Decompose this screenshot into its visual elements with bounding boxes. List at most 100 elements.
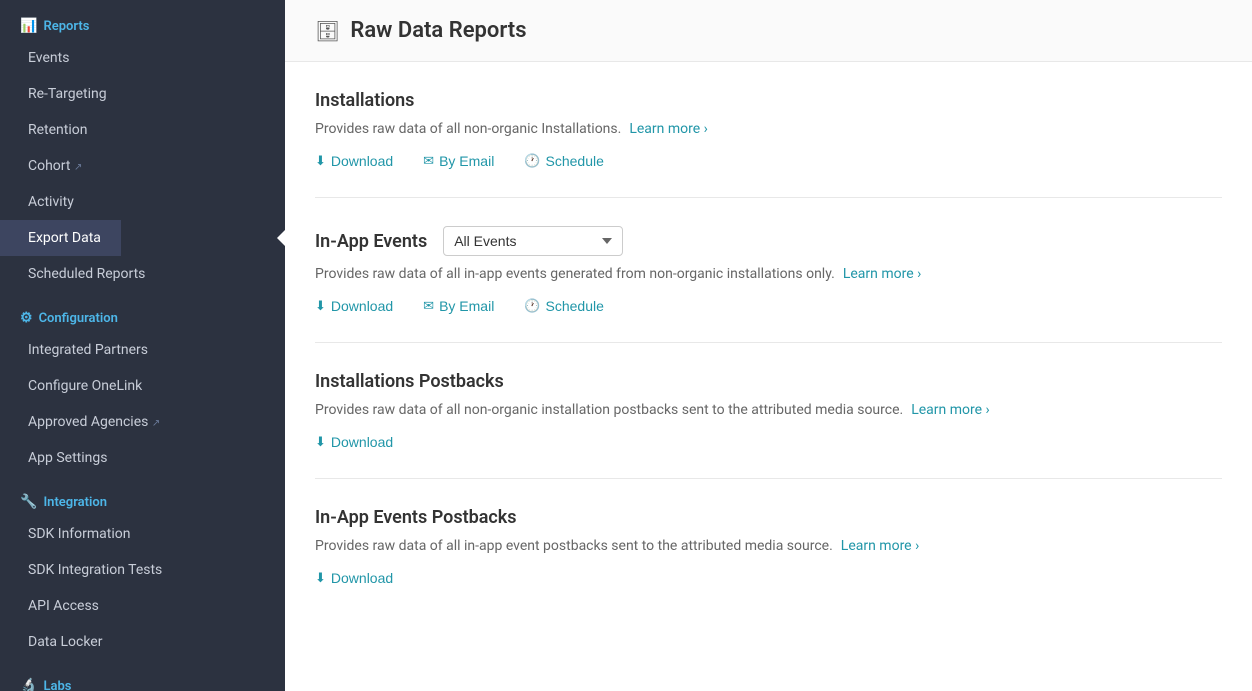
report-section-in-app-events: In-App Events All Events Provides raw data… bbox=[315, 198, 1222, 343]
report-desc-text-installations-postbacks: Provides raw data of all non-organic ins… bbox=[315, 402, 903, 418]
integration-section-icon: 🔧 bbox=[20, 494, 37, 510]
report-section-installations-postbacks: Installations Postbacks Provides raw data… bbox=[315, 343, 1222, 479]
download-icon: ⬇ bbox=[315, 434, 326, 450]
sidebar-item-sdk-integration-tests[interactable]: SDK Integration Tests bbox=[0, 552, 182, 588]
by-email-icon: ✉ bbox=[423, 153, 434, 169]
learn-more-link-in-app-events-postbacks[interactable]: Learn more › bbox=[841, 538, 920, 554]
action-row-in-app-events-postbacks: ⬇ Download bbox=[315, 570, 1222, 586]
sidebar-section-configuration: ⚙ Configuration bbox=[0, 292, 285, 332]
external-link-icon: ↗ bbox=[152, 418, 160, 429]
sidebar-item-configure-onelink[interactable]: Configure OneLink bbox=[0, 368, 162, 404]
by-email-label: By Email bbox=[439, 153, 494, 169]
schedule-button-installations[interactable]: 🕐 Schedule bbox=[524, 153, 604, 169]
report-section-installations: Installations Provides raw data of all no… bbox=[315, 62, 1222, 198]
download-label: Download bbox=[331, 298, 393, 314]
configuration-section-label: Configuration bbox=[39, 311, 118, 326]
action-row-installations-postbacks: ⬇ Download bbox=[315, 434, 1222, 450]
download-button-installations[interactable]: ⬇ Download bbox=[315, 153, 393, 169]
download-button-in-app-events-postbacks[interactable]: ⬇ Download bbox=[315, 570, 393, 586]
report-desc-in-app-events: Provides raw data of all in-app events g… bbox=[315, 266, 1222, 282]
schedule-button-in-app-events[interactable]: 🕐 Schedule bbox=[524, 298, 604, 314]
events-dropdown-in-app-events[interactable]: All Events bbox=[443, 226, 623, 256]
by-email-icon: ✉ bbox=[423, 298, 434, 314]
sidebar-item-approved-agencies[interactable]: Approved Agencies ↗ bbox=[0, 404, 180, 440]
download-label: Download bbox=[331, 153, 393, 169]
main-header: 🗄 Raw Data Reports bbox=[285, 0, 1252, 62]
reports-section-icon: 📊 bbox=[20, 18, 37, 34]
report-desc-installations: Provides raw data of all non-organic Ins… bbox=[315, 121, 1222, 137]
sidebar-item-label-sdk-information: SDK Information bbox=[28, 526, 130, 542]
report-title-text-installations-postbacks: Installations Postbacks bbox=[315, 371, 504, 392]
sidebar-item-scheduled-reports[interactable]: Scheduled Reports bbox=[0, 256, 165, 292]
report-title-text-installations: Installations bbox=[315, 90, 414, 111]
reports-section-label: Reports bbox=[43, 19, 89, 34]
sidebar-item-export-data[interactable]: Export Data bbox=[0, 220, 121, 256]
report-title-installations-postbacks: Installations Postbacks bbox=[315, 371, 1222, 392]
reports-container: Installations Provides raw data of all no… bbox=[285, 62, 1252, 614]
download-icon: ⬇ bbox=[315, 153, 326, 169]
schedule-icon: 🕐 bbox=[524, 298, 540, 314]
sidebar-item-retargeting[interactable]: Re-Targeting bbox=[0, 76, 127, 112]
sidebar-item-cohort[interactable]: Cohort ↗ bbox=[0, 148, 102, 184]
sidebar-item-api-access[interactable]: API Access bbox=[0, 588, 119, 624]
sidebar-item-label-integrated-partners: Integrated Partners bbox=[28, 342, 148, 358]
download-button-in-app-events[interactable]: ⬇ Download bbox=[315, 298, 393, 314]
by-email-button-installations[interactable]: ✉ By Email bbox=[423, 153, 494, 169]
schedule-label: Schedule bbox=[546, 153, 604, 169]
sidebar-item-label-configure-onelink: Configure OneLink bbox=[28, 378, 142, 394]
page-title: Raw Data Reports bbox=[350, 18, 526, 43]
download-icon: ⬇ bbox=[315, 298, 326, 314]
sidebar-item-label-activity: Activity bbox=[28, 194, 74, 210]
sidebar-item-label-app-settings: App Settings bbox=[28, 450, 107, 466]
main-content: 🗄 Raw Data Reports Installations Provides… bbox=[285, 0, 1252, 691]
sidebar-item-integrated-partners[interactable]: Integrated Partners bbox=[0, 332, 168, 368]
sidebar-section-reports: 📊 Reports bbox=[0, 0, 285, 40]
by-email-button-in-app-events[interactable]: ✉ By Email bbox=[423, 298, 494, 314]
by-email-label: By Email bbox=[439, 298, 494, 314]
report-title-in-app-events-postbacks: In-App Events Postbacks bbox=[315, 507, 1222, 528]
sidebar-item-sdk-information[interactable]: SDK Information bbox=[0, 516, 150, 552]
learn-more-link-installations-postbacks[interactable]: Learn more › bbox=[911, 402, 990, 418]
sidebar-item-data-locker[interactable]: Data Locker bbox=[0, 624, 122, 660]
sidebar-item-activity[interactable]: Activity bbox=[0, 184, 94, 220]
sidebar-item-label-data-locker: Data Locker bbox=[28, 634, 102, 650]
integration-section-label: Integration bbox=[43, 495, 107, 510]
sidebar-item-label-retargeting: Re-Targeting bbox=[28, 86, 107, 102]
download-label: Download bbox=[331, 434, 393, 450]
active-arrow-indicator bbox=[277, 230, 285, 246]
report-desc-installations-postbacks: Provides raw data of all non-organic ins… bbox=[315, 402, 1222, 418]
download-icon: ⬇ bbox=[315, 570, 326, 586]
report-title-text-in-app-events: In-App Events bbox=[315, 231, 427, 252]
action-row-installations: ⬇ Download ✉ By Email 🕐 Schedule bbox=[315, 153, 1222, 169]
sidebar-item-label-sdk-integration-tests: SDK Integration Tests bbox=[28, 562, 162, 578]
report-title-installations: Installations bbox=[315, 90, 1222, 111]
report-title-text-in-app-events-postbacks: In-App Events Postbacks bbox=[315, 507, 517, 528]
sidebar-item-events[interactable]: Events bbox=[0, 40, 89, 76]
download-label: Download bbox=[331, 570, 393, 586]
sidebar-item-label-cohort: Cohort ↗ bbox=[28, 158, 82, 174]
action-row-in-app-events: ⬇ Download ✉ By Email 🕐 Schedule bbox=[315, 298, 1222, 314]
labs-section-icon: 🔬 bbox=[20, 678, 37, 691]
sidebar-item-retention[interactable]: Retention bbox=[0, 112, 108, 148]
schedule-icon: 🕐 bbox=[524, 153, 540, 169]
sidebar-item-label-retention: Retention bbox=[28, 122, 88, 138]
report-title-in-app-events: In-App Events All Events bbox=[315, 226, 1222, 256]
sidebar-item-label-approved-agencies: Approved Agencies ↗ bbox=[28, 414, 160, 430]
schedule-label: Schedule bbox=[546, 298, 604, 314]
learn-more-link-in-app-events[interactable]: Learn more › bbox=[843, 266, 922, 282]
sidebar: 📊 Reports Events Re-Targeting Retention Cohor… bbox=[0, 0, 285, 691]
report-desc-text-installations: Provides raw data of all non-organic Ins… bbox=[315, 121, 621, 137]
sidebar-item-label-api-access: API Access bbox=[28, 598, 99, 614]
configuration-section-icon: ⚙ bbox=[20, 310, 33, 326]
sidebar-item-label-export-data: Export Data bbox=[28, 230, 101, 246]
sidebar-item-app-settings[interactable]: App Settings bbox=[0, 440, 127, 476]
external-link-icon: ↗ bbox=[74, 162, 82, 173]
sidebar-item-label-scheduled-reports: Scheduled Reports bbox=[28, 266, 145, 282]
database-icon: 🗄 bbox=[315, 19, 340, 43]
download-button-installations-postbacks[interactable]: ⬇ Download bbox=[315, 434, 393, 450]
sidebar-section-labs: 🔬Labs bbox=[0, 660, 285, 691]
sidebar-section-integration: 🔧 Integration bbox=[0, 476, 285, 516]
sidebar-item-label-events: Events bbox=[28, 50, 69, 66]
report-desc-text-in-app-events-postbacks: Provides raw data of all in-app event po… bbox=[315, 538, 833, 554]
learn-more-link-installations[interactable]: Learn more › bbox=[629, 121, 708, 137]
